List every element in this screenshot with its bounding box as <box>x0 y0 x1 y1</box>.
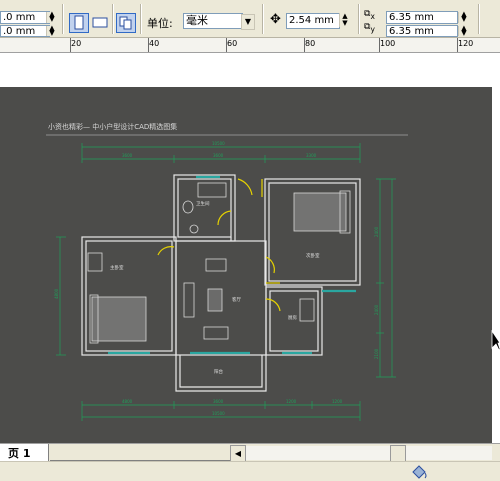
ruler-tick <box>304 38 305 52</box>
ruler-label: 120 <box>458 39 474 48</box>
dim-bottom-1: 4800 <box>122 399 133 404</box>
duplicate-x-spinner[interactable]: ▲ ▼ <box>458 11 469 23</box>
room-label-balcony: 阳台 <box>214 368 223 375</box>
dim-right-2: 2400 <box>374 304 379 315</box>
scroll-left-arrow[interactable]: ◀ <box>230 445 246 462</box>
separator <box>358 4 360 34</box>
position-y-field[interactable]: .0 mm <box>0 25 50 37</box>
ruler-label: 60 <box>227 39 238 48</box>
ruler-tick <box>148 38 149 52</box>
horizontal-scrollbar-thumb[interactable] <box>390 445 406 462</box>
separator <box>62 4 64 34</box>
dim-left: 4800 <box>54 288 59 299</box>
horizontal-ruler[interactable]: 20 40 60 80 100 120 <box>0 38 500 53</box>
portrait-button[interactable] <box>69 13 89 33</box>
ruler-tick <box>226 38 227 52</box>
fill-bucket-icon <box>412 465 427 479</box>
room-label-kitchen: 厨房 <box>288 314 297 321</box>
right-dimensions <box>376 178 396 378</box>
dim-top-total: 10500 <box>212 141 225 146</box>
portrait-icon <box>74 15 84 30</box>
separator <box>112 4 114 34</box>
drawing-title: 小资也精彩— 中小户型设计CAD精选图集 <box>48 122 177 131</box>
duplicate-x-icon: ⧉x <box>364 9 375 21</box>
dim-bottom-4: 1200 <box>332 399 343 404</box>
drawing-page[interactable]: 小资也精彩— 中小户型设计CAD精选图集 10500 3600 3600 330… <box>0 87 492 443</box>
pages-icon <box>119 16 132 30</box>
tab-page-1-label: 页 1 <box>8 447 31 460</box>
ruler-tick <box>70 38 71 52</box>
horizontal-scrollbar-track[interactable] <box>246 446 492 460</box>
position-x-spinner[interactable]: ▲ ▼ <box>46 11 57 23</box>
dim-top-3: 3300 <box>306 153 317 158</box>
nudge-icon: ✥ <box>270 12 281 27</box>
room-label-living: 客厅 <box>232 296 241 303</box>
dim-top-1: 3600 <box>122 153 133 158</box>
duplicate-y-icon: ⧉y <box>364 22 375 34</box>
mouse-cursor-icon <box>491 330 500 351</box>
nudge-spinner[interactable]: ▲ ▼ <box>339 13 350 27</box>
tab-page-1[interactable]: 页 1 <box>0 444 49 462</box>
separator <box>262 4 264 34</box>
dim-bottom-2: 3600 <box>213 399 224 404</box>
duplicate-x-field[interactable]: 6.35 mm <box>386 11 458 24</box>
position-x-field[interactable]: .0 mm <box>0 11 50 24</box>
dim-bottom-3: 1200 <box>286 399 297 404</box>
floor-plan: 小资也精彩— 中小户型设计CAD精选图集 10500 3600 3600 330… <box>46 122 408 421</box>
ruler-label: 100 <box>380 39 396 48</box>
ruler-tick <box>457 38 458 52</box>
property-bar: .0 mm ▲ ▼ .0 mm ▲ ▼ 单位: 毫米 ▼ ✥ 2.54 mm ▲ ▼ … <box>0 0 500 38</box>
ruler-label: 80 <box>305 39 316 48</box>
nudge-distance-field[interactable]: 2.54 mm <box>286 13 340 29</box>
ruler-label: 20 <box>71 39 82 48</box>
dim-right-3: 2100 <box>374 348 379 359</box>
furniture <box>87 182 351 344</box>
separator <box>478 4 480 34</box>
landscape-icon <box>92 17 108 28</box>
page-tab-bar: 页 1 ◀ <box>0 443 500 462</box>
landscape-button[interactable] <box>90 13 110 33</box>
ruler-tick <box>379 38 380 52</box>
separator <box>140 4 142 34</box>
position-y-spinner[interactable]: ▲ ▼ <box>46 25 57 37</box>
room-label-bedroom-left: 主卧室 <box>110 264 124 271</box>
duplicate-y-field[interactable]: 6.35 mm <box>386 25 458 37</box>
unit-select[interactable]: 毫米 <box>183 13 243 29</box>
room-label-bathroom: 卫生间 <box>196 200 210 207</box>
room-label-bedroom-right: 次卧室 <box>306 252 320 259</box>
unit-label: 单位: <box>147 17 173 30</box>
dim-bottom-total: 10500 <box>212 411 225 416</box>
dim-right-1: 2400 <box>374 226 379 237</box>
chevron-down-icon[interactable]: ▼ <box>241 14 255 30</box>
dim-top-2: 3600 <box>213 153 224 158</box>
ruler-label: 40 <box>149 39 160 48</box>
status-bar <box>0 461 500 481</box>
all-pages-button[interactable] <box>116 13 136 33</box>
duplicate-y-spinner[interactable]: ▲ ▼ <box>458 25 469 37</box>
